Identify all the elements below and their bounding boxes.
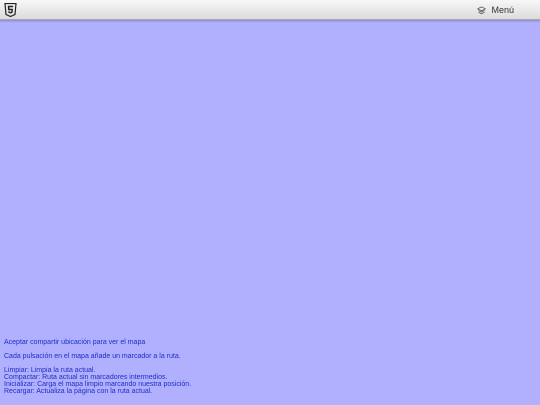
help-initialize: Inicializar: Carga el mapa limpio marcan… <box>4 381 192 388</box>
help-compact: Compactar: Ruta actual sin marcadores in… <box>4 374 168 381</box>
top-toolbar: Menú <box>0 0 540 20</box>
info-panel: Aceptar compartir ubicación para ver el … <box>4 339 404 395</box>
help-reload: Recargar: Actualiza la página con la rut… <box>4 388 153 395</box>
menu-button[interactable]: Menú <box>477 3 514 17</box>
layers-icon <box>477 5 487 14</box>
html5-logo-icon <box>4 3 17 17</box>
share-location-notice: Aceptar compartir ubicación para ver el … <box>4 339 146 346</box>
tap-hint: Cada pulsación en el mapa añade un marca… <box>4 353 181 360</box>
menu-label: Menú <box>491 5 514 15</box>
help-clear: Limpiar: Limpia la ruta actual. <box>4 367 96 374</box>
